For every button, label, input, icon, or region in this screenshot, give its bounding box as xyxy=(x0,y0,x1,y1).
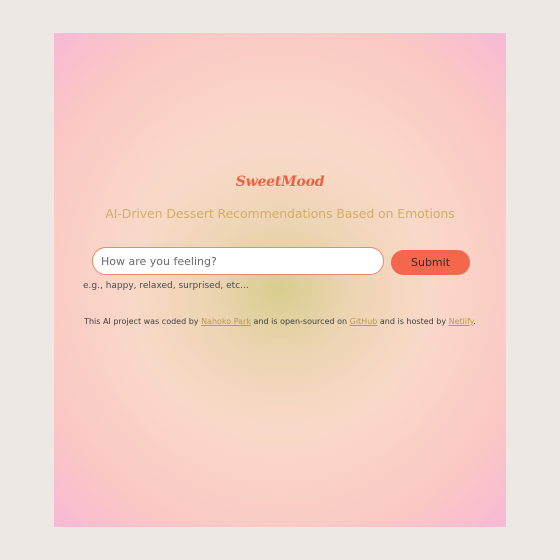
footer-text: and is hosted by xyxy=(377,317,449,326)
github-link[interactable]: GitHub xyxy=(350,317,378,326)
input-hint: e.g., happy, relaxed, surprised, etc... xyxy=(83,281,249,291)
footer-credits: This AI project was coded by Nahoko Park… xyxy=(54,317,506,326)
author-link[interactable]: Nahoko Park xyxy=(201,317,251,326)
app-card: SweetMood AI-Driven Dessert Recommendati… xyxy=(54,33,506,527)
submit-button[interactable]: Submit xyxy=(391,250,470,275)
footer-text: and is open-sourced on xyxy=(251,317,350,326)
page-subtitle: AI-Driven Dessert Recommendations Based … xyxy=(105,206,455,221)
footer-text: . xyxy=(473,317,476,326)
netlify-link[interactable]: Netlify xyxy=(449,317,474,326)
footer-text: This AI project was coded by xyxy=(84,317,202,326)
feeling-input[interactable] xyxy=(92,247,384,275)
app-logo: SweetMood xyxy=(235,174,325,190)
